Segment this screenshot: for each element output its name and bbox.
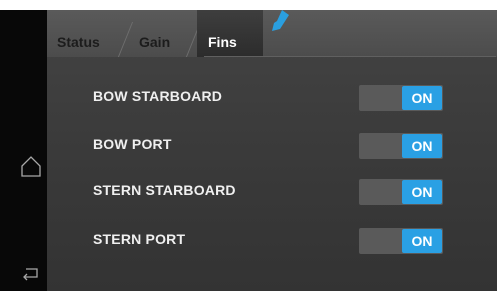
bow-port-toggle[interactable]: ON [359, 133, 443, 159]
toggle-on-label: ON [402, 86, 442, 110]
fin-row-bow-starboard: BOW STARBOARD ON [47, 74, 497, 118]
tab-fins-label: Fins [208, 34, 237, 50]
fin-label: BOW PORT [93, 136, 172, 152]
bow-starboard-toggle[interactable]: ON [359, 85, 443, 111]
stern-starboard-toggle[interactable]: ON [359, 179, 443, 205]
tab-bar: Status Gain Fins [47, 10, 497, 57]
fin-row-stern-port: STERN PORT ON [47, 217, 497, 261]
fin-label: STERN PORT [93, 231, 186, 247]
stern-port-toggle[interactable]: ON [359, 228, 443, 254]
toggle-on-label: ON [402, 134, 442, 158]
back-icon[interactable] [22, 265, 40, 281]
fin-label: BOW STARBOARD [93, 88, 223, 104]
fin-row-stern-starboard: STERN STARBOARD ON [47, 168, 497, 212]
tab-status-label: Status [57, 34, 100, 50]
toggle-on-label: ON [402, 180, 442, 204]
pointer-arrow-icon [272, 10, 289, 31]
fins-screen: Status Gain Fins BOW STARBOARD ON BOW PO… [47, 10, 497, 291]
fin-label: STERN STARBOARD [93, 182, 236, 198]
fin-row-bow-port: BOW PORT ON [47, 122, 497, 166]
home-icon[interactable] [20, 154, 42, 178]
tab-underline [204, 56, 496, 57]
system-nav-bar [0, 10, 47, 291]
toggle-on-label: ON [402, 229, 442, 253]
tab-fins[interactable]: Fins [197, 10, 263, 57]
tab-status[interactable]: Status [57, 10, 125, 57]
